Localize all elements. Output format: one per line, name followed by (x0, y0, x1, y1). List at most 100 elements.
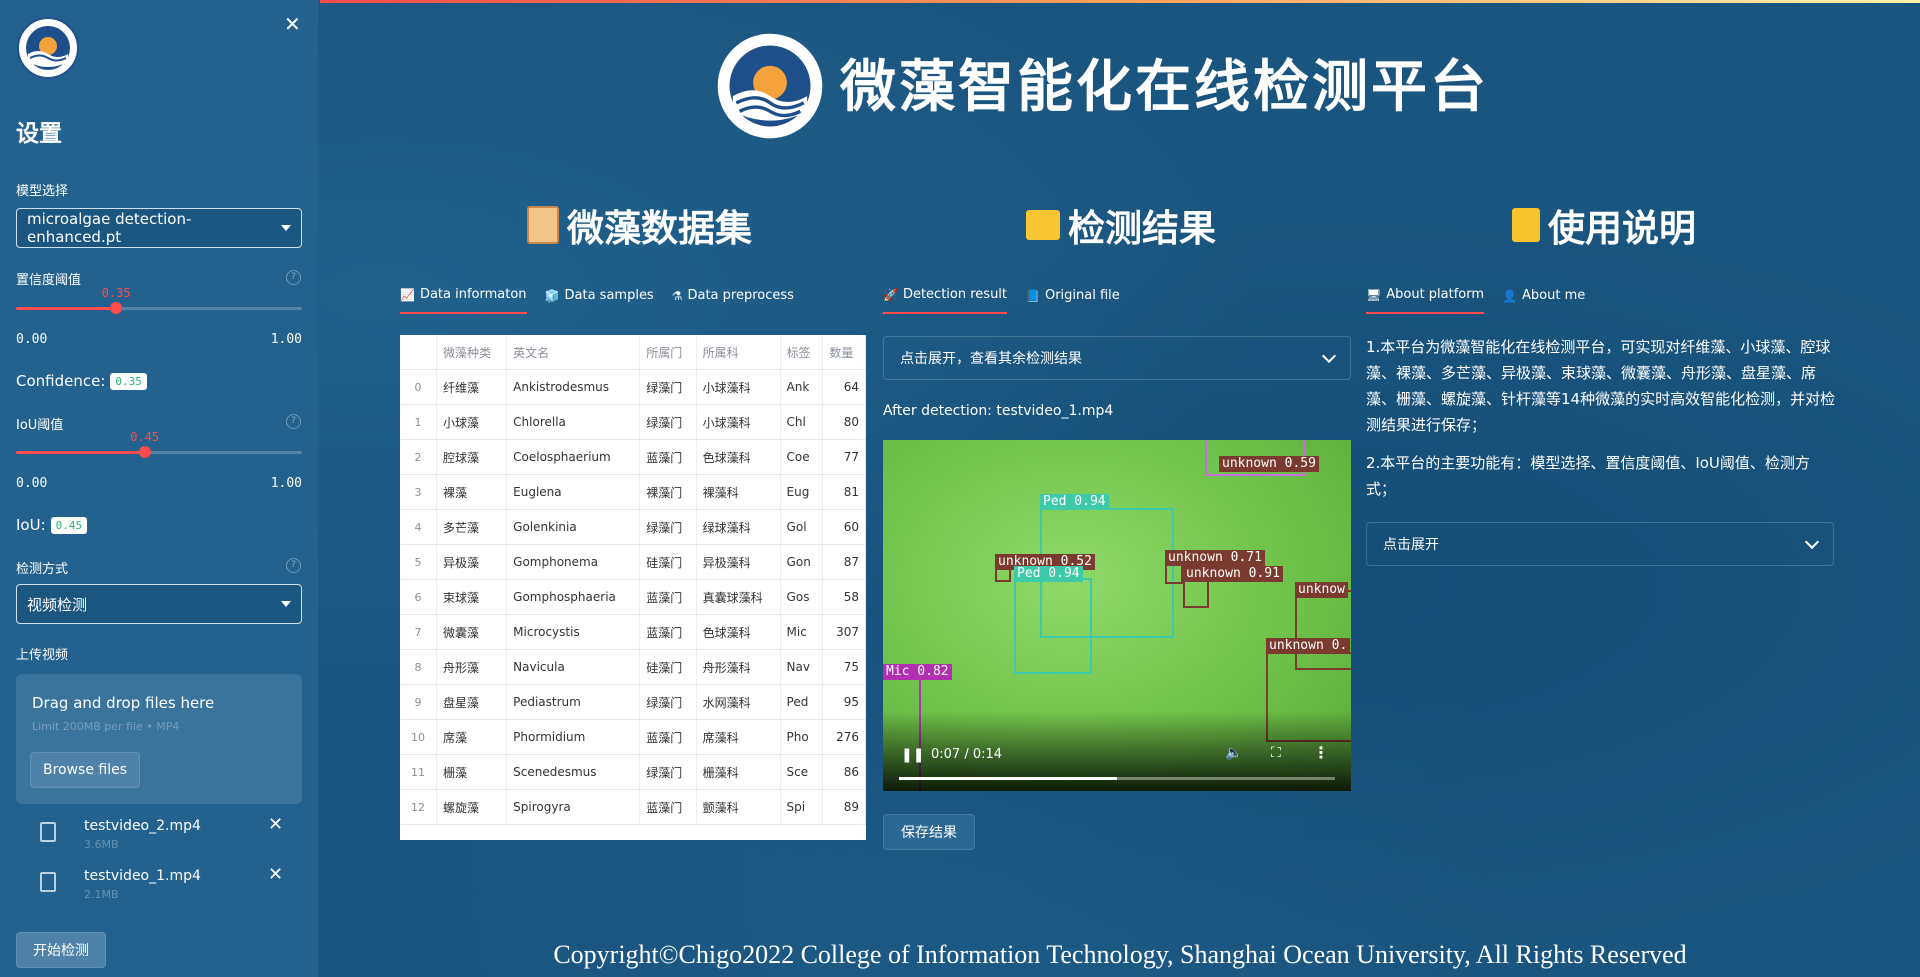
table-cell: 绿藻门 (639, 684, 697, 720)
table-cell: 硅藻门 (639, 649, 697, 685)
conf-min: 0.00 (16, 332, 48, 347)
iou-label: IoU阈值 (16, 418, 64, 433)
file-icon (40, 822, 56, 842)
save-results-button[interactable]: 保存结果 (883, 814, 975, 850)
slider-fill (16, 451, 145, 454)
more-options-icon[interactable]: ⋮ (1313, 743, 1329, 762)
file-dropzone[interactable]: Drag and drop files here Limit 200MB per… (16, 674, 302, 804)
conf-slider[interactable]: 0.35 (16, 286, 302, 320)
table-cell: 11 (400, 754, 437, 790)
table-row[interactable]: 3 裸藻 Euglena 裸藻门 裸藻科 Eug 81 (400, 474, 866, 510)
usage-paragraph: 2.本平台的主要功能有：模型选择、置信度阈值、IoU阈值、检测方式； (1366, 454, 1810, 498)
help-icon[interactable]: ? (286, 558, 301, 573)
table-row[interactable]: 11 栅藻 Scenedesmus 绿藻门 栅藻科 Sce 86 (400, 754, 866, 790)
tab-label: Data samples (564, 288, 654, 303)
table-row[interactable]: 10 席藻 Phormidium 蓝藻门 席藻科 Pho 276 (400, 719, 866, 755)
table-row[interactable]: 0 纤维藻 Ankistrodesmus 绿藻门 小球藻科 Ank 64 (400, 369, 866, 405)
uploaded-file: testvideo_1.mp4 2.1MB ✕ (36, 864, 306, 908)
chevron-down-icon (1321, 348, 1337, 363)
conf-label: 置信度阈值 (16, 273, 82, 288)
column-header[interactable]: 所属门 (639, 335, 697, 370)
usage-section-title: 使用说明 (1512, 198, 1696, 252)
table-cell: 席藻 (436, 719, 508, 755)
slider-fill (16, 307, 117, 310)
table-row[interactable]: 2 腔球藻 Coelosphaerium 蓝藻门 色球藻科 Coe 77 (400, 439, 866, 475)
tab-original-file[interactable]: 📘 Original file (1025, 287, 1120, 314)
column-header[interactable] (400, 335, 437, 370)
column-header[interactable]: 微藻种类 (436, 335, 508, 370)
iou-readout: IoU: 0.45 (16, 516, 88, 534)
browse-files-button[interactable]: Browse files (30, 752, 140, 788)
table-cell: 80 (822, 404, 866, 440)
column-header[interactable]: 数量 (822, 335, 866, 370)
help-icon[interactable]: ? (286, 414, 301, 429)
table-cell: Coe (780, 439, 824, 475)
table-cell: 色球藻科 (696, 439, 781, 475)
book-icon: 📘 (1025, 288, 1040, 303)
model-select[interactable]: microalgae detection-enhanced.pt (16, 208, 302, 248)
remove-file-icon[interactable]: ✕ (268, 814, 283, 835)
column-header[interactable]: 英文名 (506, 335, 641, 370)
table-row[interactable]: 8 舟形藻 Navicula 硅藻门 舟形藻科 Nav 75 (400, 649, 866, 685)
dataset-title-text: 微藻数据集 (567, 207, 752, 250)
notebook-icon (1512, 208, 1540, 242)
file-name: testvideo_1.mp4 (84, 868, 201, 884)
tab-data-samples[interactable]: 🧊 Data samples (545, 287, 654, 314)
table-cell: Phormidium (506, 719, 641, 755)
detection-tabs: 🚀 Detection result 📘 Original file (883, 287, 1120, 314)
dataset-table[interactable]: 微藻种类 英文名 所属门 所属科 标签 数量 0 纤维藻 Ankistrodesmus 绿藻门小… (400, 335, 866, 840)
help-icon[interactable]: ? (286, 270, 301, 285)
table-cell: 蓝藻门 (639, 579, 697, 615)
detection-title-text: 检测结果 (1068, 207, 1216, 250)
table-cell: Spi (780, 789, 824, 825)
table-row[interactable]: 7 微囊藻 Microcystis 蓝藻门 色球藻科 Mic 307 (400, 614, 866, 650)
table-cell: 小球藻 (436, 404, 508, 440)
dataset-section-title: 微藻数据集 (527, 198, 752, 252)
tab-data-preprocess[interactable]: ⚗ Data preprocess (672, 287, 794, 314)
detection-expander[interactable]: 点击展开，查看其余检测结果 (883, 336, 1351, 380)
table-row[interactable]: 5 异极藻 Gomphonema 硅藻门 异极藻科 Gon 87 (400, 544, 866, 580)
table-cell: 绿藻门 (639, 404, 697, 440)
table-cell: Golenkinia (506, 509, 641, 545)
cube-icon: 🧊 (544, 288, 560, 303)
table-row[interactable]: 1 小球藻 Chlorella 绿藻门 小球藻科 Chl 80 (400, 404, 866, 440)
close-sidebar-icon[interactable]: ✕ (284, 12, 301, 36)
tab-data-information[interactable]: 📈 Data informaton (400, 287, 527, 314)
tab-about-platform[interactable]: 🖥 About platform (1366, 287, 1485, 314)
video-progress[interactable] (899, 777, 1335, 780)
mode-select[interactable]: 视频检测 (16, 584, 302, 624)
usage-expander[interactable]: 点击展开 (1366, 522, 1834, 566)
dropzone-subtitle: Limit 200MB per file • MP4 (32, 720, 180, 733)
column-header[interactable]: 标签 (780, 335, 824, 370)
file-size: 2.1MB (84, 888, 119, 901)
table-cell: 小球藻科 (696, 369, 781, 405)
bbox-label: Ped 0.94 (1040, 494, 1109, 510)
table-cell: 盘星藻 (436, 684, 508, 720)
table-cell: Nav (780, 649, 824, 685)
table-cell: 60 (822, 509, 866, 545)
slider-thumb[interactable] (138, 446, 151, 458)
table-row[interactable]: 6 束球藻 Gomphosphaeria 蓝藻门 真囊球藻科 Gos 58 (400, 579, 866, 615)
detection-video[interactable]: unknown 0.59 Ped 0.94 unknown 0.52 Ped 0… (883, 440, 1351, 791)
tab-about-me[interactable]: 👤 About me (1502, 287, 1585, 314)
table-row[interactable]: 9 盘星藻 Pediastrum 绿藻门 水网藻科 Ped 95 (400, 684, 866, 720)
table-row[interactable]: 4 多芒藻 Golenkinia 绿藻门 绿球藻科 Gol 60 (400, 509, 866, 545)
tab-detection-result[interactable]: 🚀 Detection result (883, 287, 1008, 314)
table-cell: 色球藻科 (696, 614, 781, 650)
iou-slider[interactable]: 0.45 (16, 430, 302, 464)
pause-icon[interactable]: ❚❚ (901, 747, 924, 763)
chevron-down-icon (281, 601, 291, 607)
table-cell: 异极藻 (436, 544, 508, 580)
fullscreen-icon[interactable]: ⛶ (1271, 745, 1281, 761)
table-cell: 6 (400, 579, 437, 615)
table-cell: 蓝藻门 (639, 439, 697, 475)
table-cell: 3 (400, 474, 437, 510)
column-header[interactable]: 所属科 (696, 335, 781, 370)
conf-readout-label: Confidence: (16, 372, 106, 390)
iou-readout-value: 0.45 (50, 516, 88, 534)
volume-icon[interactable]: 🔈 (1225, 745, 1242, 761)
remove-file-icon[interactable]: ✕ (268, 864, 283, 885)
slider-value: 0.45 (130, 430, 160, 444)
slider-thumb[interactable] (110, 302, 123, 314)
table-row[interactable]: 12 螺旋藻 Spirogyra 蓝藻门 颤藻科 Spi 89 (400, 789, 866, 825)
